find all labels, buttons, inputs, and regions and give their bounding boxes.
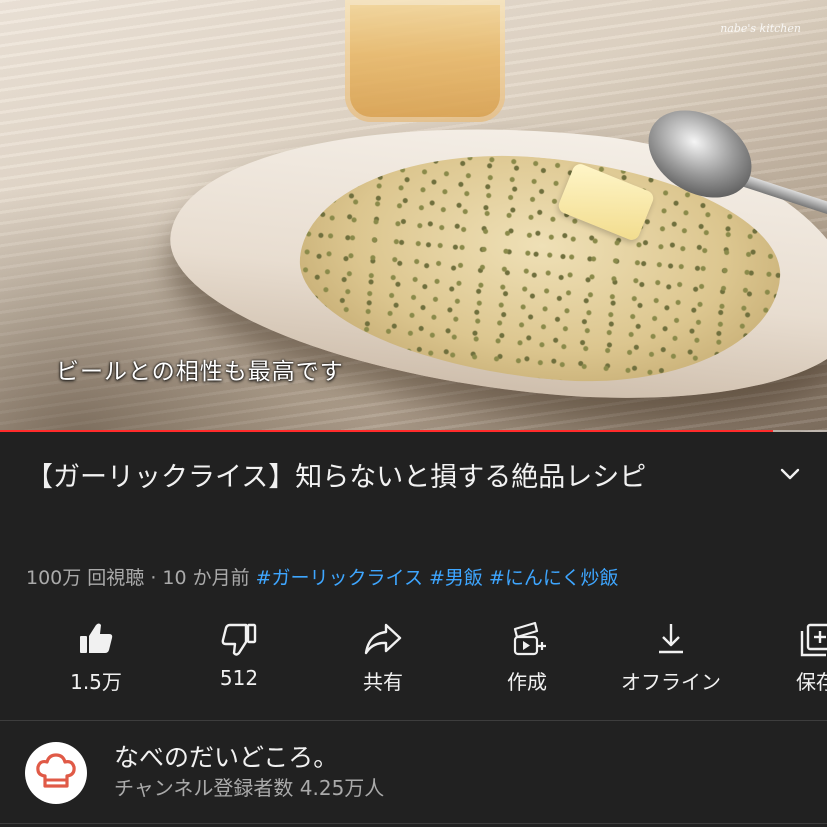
thumbs-up-icon bbox=[75, 618, 117, 660]
dislike-button[interactable]: 512 bbox=[164, 614, 314, 714]
video-watermark: nabe's kitchen bbox=[720, 22, 801, 35]
section-divider bbox=[0, 823, 827, 824]
video-frame-glass bbox=[345, 0, 505, 122]
channel-name[interactable]: なべのだいどころ。 bbox=[114, 738, 338, 774]
hashtag-link[interactable]: #ガーリックライス bbox=[256, 567, 423, 589]
create-icon bbox=[506, 618, 548, 660]
chef-hat-icon bbox=[36, 753, 76, 788]
video-progress-fill bbox=[0, 430, 774, 432]
subscriber-count: チャンネル登録者数 4.25万人 bbox=[114, 776, 385, 800]
download-label: オフライン bbox=[621, 670, 721, 694]
create-label: 作成 bbox=[507, 670, 547, 694]
channel-row[interactable]: なべのだいどころ。 チャンネル登録者数 4.25万人 bbox=[0, 722, 827, 827]
app-frame: nabe's kitchen ビールとの相性も最高です 【ガーリックライス】知ら… bbox=[0, 0, 827, 827]
channel-avatar[interactable] bbox=[25, 742, 87, 804]
hashtag-link[interactable]: #にんにく炒飯 bbox=[489, 567, 619, 589]
share-icon bbox=[362, 618, 404, 660]
hashtag-link[interactable]: #男飯 bbox=[429, 567, 483, 589]
section-divider bbox=[0, 720, 827, 721]
like-button[interactable]: 1.5万 bbox=[21, 614, 171, 714]
action-bar: 1.5万 512 共有 作成 オフライン 保存 bbox=[0, 614, 827, 714]
create-button[interactable]: 作成 bbox=[452, 614, 602, 714]
video-meta: 100万 回視聴 · 10 か月前 #ガーリックライス #男飯 #にんにく炒飯 bbox=[26, 563, 618, 590]
thumbs-down-icon bbox=[218, 618, 260, 660]
save-button[interactable]: 保存 bbox=[741, 614, 827, 714]
share-label: 共有 bbox=[363, 670, 403, 694]
title-block: 【ガーリックライス】知らないと損する絶品レシピ bbox=[26, 452, 756, 503]
view-count-and-date: 100万 回視聴 · 10 か月前 bbox=[26, 567, 250, 589]
chevron-down-icon bbox=[780, 468, 800, 480]
save-label: 保存 bbox=[796, 670, 827, 694]
video-progress-bar[interactable] bbox=[0, 430, 827, 432]
dislike-count: 512 bbox=[219, 666, 259, 690]
save-icon bbox=[795, 618, 827, 660]
video-title[interactable]: 【ガーリックライス】知らないと損する絶品レシピ bbox=[26, 452, 756, 503]
video-player[interactable]: nabe's kitchen ビールとの相性も最高です bbox=[0, 0, 827, 432]
share-button[interactable]: 共有 bbox=[308, 614, 458, 714]
download-button[interactable]: オフライン bbox=[596, 614, 746, 714]
download-icon bbox=[650, 618, 692, 660]
expand-description-button[interactable] bbox=[772, 456, 808, 492]
like-count: 1.5万 bbox=[70, 670, 122, 694]
video-subtitle: ビールとの相性も最高です bbox=[56, 359, 344, 385]
